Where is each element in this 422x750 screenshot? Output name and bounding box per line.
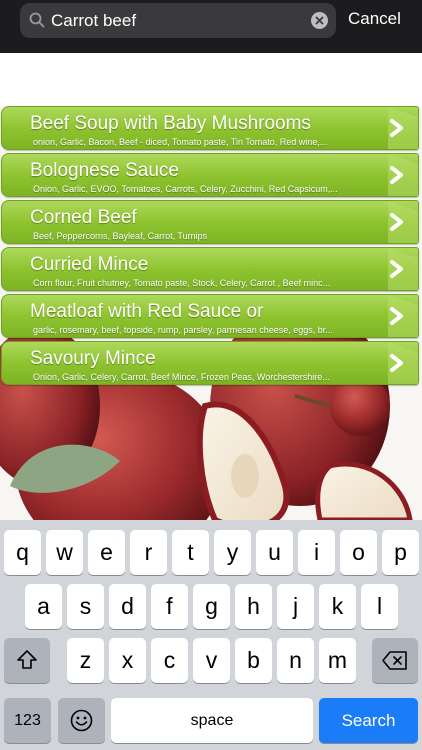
search-input[interactable]: Carrot beef xyxy=(20,3,336,38)
key-d[interactable]: d xyxy=(109,584,146,629)
key-w[interactable]: w xyxy=(46,530,83,575)
recipe-row[interactable]: Bolognese Sauce Onion, Garlic, EVOO, Tom… xyxy=(1,153,419,197)
chevron-right-icon xyxy=(388,201,418,243)
recipe-row[interactable]: Savoury Mince Onion, Garlic, Celery, Car… xyxy=(1,341,419,385)
key-f[interactable]: f xyxy=(151,584,188,629)
key-i[interactable]: i xyxy=(298,530,335,575)
chevron-right-icon xyxy=(388,295,418,337)
key-t[interactable]: t xyxy=(172,530,209,575)
shift-key[interactable] xyxy=(4,638,50,683)
results-area: Beef Soup with Baby Mushrooms onion, Gar… xyxy=(0,53,422,520)
key-j[interactable]: j xyxy=(277,584,314,629)
cancel-button[interactable]: Cancel xyxy=(348,0,401,38)
recipe-row[interactable]: Beef Soup with Baby Mushrooms onion, Gar… xyxy=(1,106,419,150)
recipe-title: Beef Soup with Baby Mushrooms xyxy=(30,113,311,134)
recipe-row[interactable]: Meatloaf with Red Sauce or garlic, rosem… xyxy=(1,294,419,338)
key-l[interactable]: l xyxy=(361,584,398,629)
key-g[interactable]: g xyxy=(193,584,230,629)
chevron-right-icon xyxy=(388,248,418,290)
recipe-title: Curried Mince xyxy=(30,254,149,275)
key-y[interactable]: y xyxy=(214,530,251,575)
key-v[interactable]: v xyxy=(193,638,230,683)
key-o[interactable]: o xyxy=(340,530,377,575)
chevron-right-icon xyxy=(388,107,418,149)
key-r[interactable]: r xyxy=(130,530,167,575)
key-z[interactable]: z xyxy=(67,638,104,683)
recipe-ingredients: Onion, Garlic, Celery, Carrot, Beef Minc… xyxy=(33,372,330,382)
chevron-right-icon xyxy=(388,154,418,196)
emoji-key[interactable] xyxy=(58,698,105,743)
recipe-ingredients: garlic, rosemary, beef, topside, rump, p… xyxy=(33,325,333,335)
recipe-title: Savoury Mince xyxy=(30,348,156,369)
recipe-row[interactable]: Corned Beef Beef, Peppercorns, Bayleaf, … xyxy=(1,200,419,244)
key-c[interactable]: c xyxy=(151,638,188,683)
recipe-ingredients: onion, Garlic, Bacon, Beef - diced, Toma… xyxy=(33,137,328,147)
search-query-text[interactable]: Carrot beef xyxy=(51,3,136,38)
key-m[interactable]: m xyxy=(319,638,356,683)
recipe-title: Corned Beef xyxy=(30,207,137,228)
recipe-title: Bolognese Sauce xyxy=(30,160,179,181)
key-e[interactable]: e xyxy=(88,530,125,575)
key-n[interactable]: n xyxy=(277,638,314,683)
clear-search-icon[interactable] xyxy=(311,12,328,29)
backspace-key[interactable] xyxy=(372,638,418,683)
key-s[interactable]: s xyxy=(67,584,104,629)
recipe-ingredients: Beef, Peppercorns, Bayleaf, Carrot, Turn… xyxy=(33,231,208,241)
recipe-ingredients: Onion, Garlic, EVOO, Tomatoes, Carrots, … xyxy=(33,184,338,194)
space-key[interactable]: space xyxy=(111,698,313,743)
key-u[interactable]: u xyxy=(256,530,293,575)
recipe-title: Meatloaf with Red Sauce or xyxy=(30,301,264,322)
search-key[interactable]: Search xyxy=(319,698,418,743)
search-icon xyxy=(29,12,45,28)
backspace-icon xyxy=(382,651,407,670)
key-q[interactable]: q xyxy=(4,530,41,575)
onscreen-keyboard: q w e r t y u i o p a s d f g h j k l z … xyxy=(0,520,422,750)
recipe-row[interactable]: Curried Mince Corn flour, Fruit chutney,… xyxy=(1,247,419,291)
emoji-icon xyxy=(70,709,93,732)
key-a[interactable]: a xyxy=(25,584,62,629)
shift-icon xyxy=(17,650,37,669)
search-bar: Carrot beef Cancel xyxy=(0,0,422,53)
key-k[interactable]: k xyxy=(319,584,356,629)
numbers-key[interactable]: 123 xyxy=(4,698,51,743)
recipe-ingredients: Corn flour, Fruit chutney, Tomato paste,… xyxy=(33,278,331,288)
key-h[interactable]: h xyxy=(235,584,272,629)
chevron-right-icon xyxy=(388,342,418,384)
key-x[interactable]: x xyxy=(109,638,146,683)
key-p[interactable]: p xyxy=(382,530,419,575)
key-b[interactable]: b xyxy=(235,638,272,683)
